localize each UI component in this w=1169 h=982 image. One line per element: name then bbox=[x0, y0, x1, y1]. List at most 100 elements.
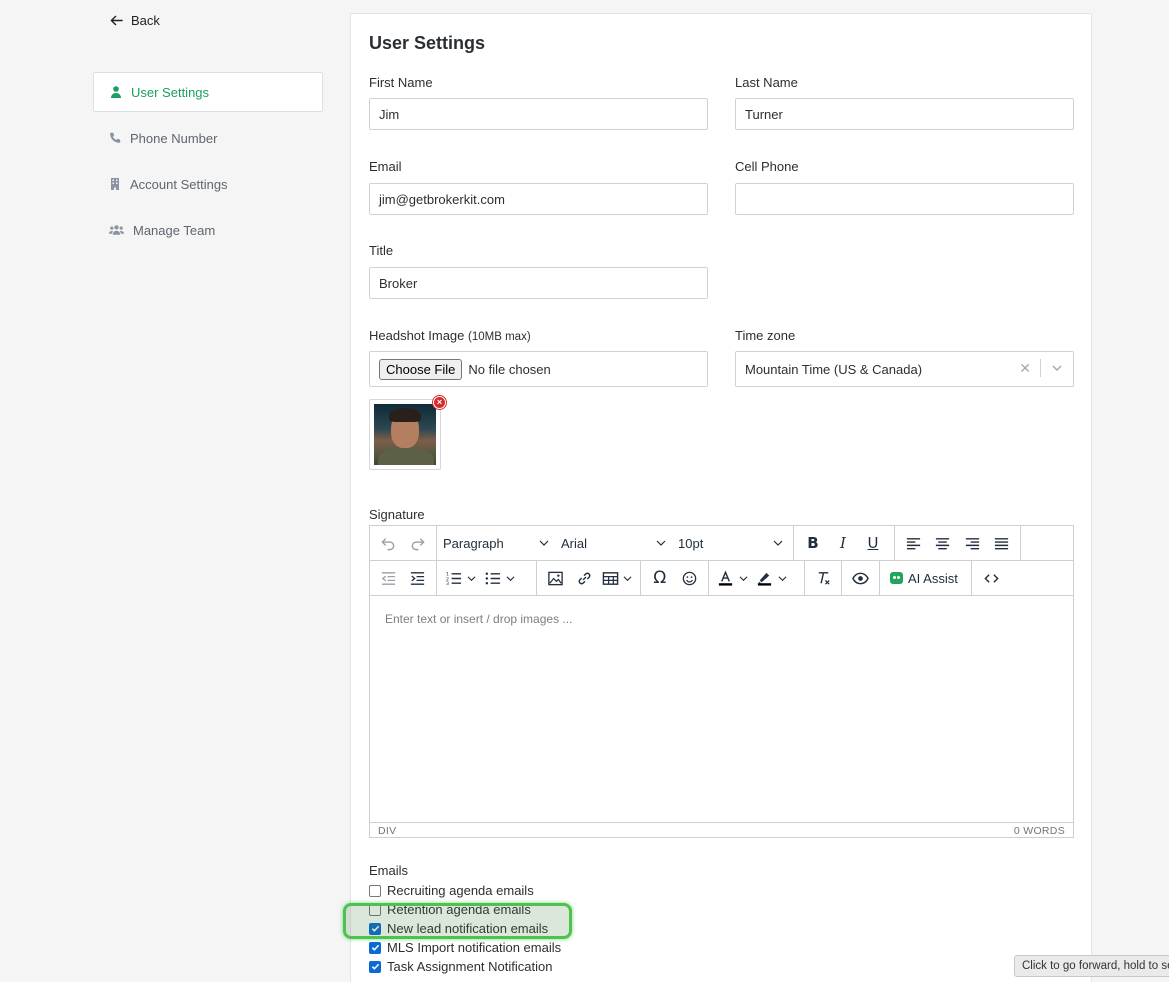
signature-content-area[interactable]: Enter text or insert / drop images ... bbox=[370, 596, 1073, 822]
sidebar-item-user-settings[interactable]: User Settings bbox=[93, 72, 323, 112]
signature-editor: Paragraph Arial 10pt B I U 123 Ω AI Assi… bbox=[369, 525, 1074, 838]
indent-icon[interactable] bbox=[403, 564, 432, 592]
checkbox[interactable] bbox=[369, 903, 381, 916]
indent-group bbox=[370, 561, 437, 595]
characters-group: Ω bbox=[641, 561, 709, 595]
image-icon[interactable] bbox=[541, 564, 570, 592]
element-path[interactable]: DIV bbox=[378, 825, 396, 837]
chevron-down-icon[interactable] bbox=[1051, 362, 1063, 374]
headshot-label: Headshot Image (10MB max) bbox=[369, 328, 531, 343]
bullet-list-button[interactable] bbox=[480, 564, 519, 592]
font-family-value: Arial bbox=[561, 535, 588, 551]
sidebar-item-label: Phone Number bbox=[130, 130, 218, 146]
preview-eye-icon[interactable] bbox=[846, 564, 875, 592]
headshot-file-input: Choose File No file chosen bbox=[369, 351, 708, 387]
align-right-icon[interactable] bbox=[958, 529, 987, 557]
font-family-dropdown[interactable]: Arial bbox=[555, 536, 672, 551]
align-justify-icon[interactable] bbox=[987, 529, 1016, 557]
last-name-input[interactable]: Turner bbox=[735, 98, 1074, 130]
sidebar-item-manage-team[interactable]: Manage Team bbox=[93, 210, 323, 250]
align-center-icon[interactable] bbox=[928, 529, 957, 557]
timezone-select[interactable]: Mountain Time (US & Canada) ✕ bbox=[735, 351, 1074, 387]
checkmark-icon bbox=[371, 925, 379, 932]
ai-assist-label: AI Assist bbox=[908, 570, 958, 586]
editor-statusbar: DIV 0 WORDS bbox=[370, 822, 1073, 838]
arrow-left-icon bbox=[110, 15, 123, 26]
word-count[interactable]: 0 WORDS bbox=[1014, 825, 1065, 837]
email-preferences-list: Recruiting agenda emails Retention agend… bbox=[369, 881, 561, 976]
link-icon[interactable] bbox=[570, 564, 599, 592]
font-size-dropdown[interactable]: 10pt bbox=[672, 536, 789, 551]
first-name-input[interactable]: Jim bbox=[369, 98, 708, 130]
email-label: Email bbox=[369, 159, 402, 174]
checkbox-label: MLS Import notification emails bbox=[387, 940, 562, 955]
numbered-list-button[interactable]: 123 bbox=[441, 564, 480, 592]
table-icon bbox=[599, 564, 621, 592]
checkbox-label: Recruiting agenda emails bbox=[387, 883, 534, 898]
list-group: 123 bbox=[437, 561, 537, 595]
source-code-icon[interactable] bbox=[976, 564, 1006, 592]
cell-phone-input[interactable] bbox=[735, 183, 1074, 215]
headshot-label-text: Headshot Image bbox=[369, 328, 465, 343]
checkbox-new-lead-notification[interactable]: New lead notification emails bbox=[369, 919, 561, 938]
timezone-value: Mountain Time (US & Canada) bbox=[745, 361, 923, 377]
ai-group: AI Assist bbox=[880, 561, 972, 595]
sidebar-item-label: Account Settings bbox=[130, 176, 228, 192]
checkbox[interactable] bbox=[369, 941, 381, 954]
back-link[interactable]: Back bbox=[110, 13, 160, 28]
preview-group bbox=[842, 561, 880, 595]
text-color-button[interactable] bbox=[713, 564, 752, 592]
svg-text:3: 3 bbox=[445, 581, 448, 587]
bold-icon[interactable]: B bbox=[798, 529, 828, 557]
building-icon bbox=[111, 178, 119, 190]
choose-file-button[interactable]: Choose File bbox=[379, 358, 463, 380]
text-color-icon bbox=[713, 564, 737, 592]
undo-icon[interactable] bbox=[374, 529, 403, 557]
checkbox[interactable] bbox=[369, 960, 381, 973]
sidebar-item-label: User Settings bbox=[131, 84, 210, 100]
editor-placeholder: Enter text or insert / drop images ... bbox=[385, 612, 573, 626]
redo-icon[interactable] bbox=[403, 529, 432, 557]
page-title: User Settings bbox=[369, 33, 486, 53]
special-character-icon[interactable]: Ω bbox=[645, 564, 675, 592]
history-group bbox=[370, 526, 437, 560]
chevron-down-icon bbox=[623, 575, 632, 581]
users-icon bbox=[109, 225, 124, 235]
browser-tooltip: Click to go forward, hold to see history bbox=[1014, 955, 1169, 977]
cell-phone-label: Cell Phone bbox=[735, 159, 799, 174]
block-format-dropdown[interactable]: Paragraph bbox=[437, 536, 555, 551]
table-button[interactable] bbox=[599, 564, 636, 592]
clear-icon[interactable]: ✕ bbox=[1019, 360, 1031, 377]
sidebar-item-phone-number[interactable]: Phone Number bbox=[93, 118, 323, 158]
highlight-color-button[interactable] bbox=[752, 564, 791, 592]
user-settings-card: User Settings First Name Jim Last Name T… bbox=[350, 13, 1092, 982]
checkbox-label: Retention agenda emails bbox=[387, 902, 531, 917]
checkbox[interactable] bbox=[369, 922, 381, 935]
editor-toolbar-row-1: Paragraph Arial 10pt B I U bbox=[370, 526, 1073, 561]
clear-formatting-icon[interactable] bbox=[809, 564, 837, 592]
block-format-value: Paragraph bbox=[443, 535, 504, 551]
chevron-down-icon bbox=[656, 540, 666, 546]
underline-icon[interactable]: U bbox=[858, 529, 888, 557]
align-left-icon[interactable] bbox=[899, 529, 928, 557]
checkmark-icon bbox=[371, 944, 379, 951]
back-label: Back bbox=[131, 13, 160, 28]
clear-format-group bbox=[805, 561, 842, 595]
checkbox-retention-agenda[interactable]: Retention agenda emails bbox=[369, 900, 561, 919]
title-input[interactable]: Broker bbox=[369, 267, 708, 299]
checkbox-recruiting-agenda[interactable]: Recruiting agenda emails bbox=[369, 881, 561, 900]
emoji-icon[interactable] bbox=[675, 564, 705, 592]
checkbox[interactable] bbox=[369, 884, 381, 897]
sidebar-item-label: Manage Team bbox=[133, 222, 216, 238]
italic-icon[interactable]: I bbox=[828, 529, 858, 557]
sidebar-item-account-settings[interactable]: Account Settings bbox=[93, 164, 323, 204]
checkmark-icon bbox=[371, 963, 379, 970]
headshot-thumbnail bbox=[369, 399, 441, 470]
checkbox-task-assignment-notification[interactable]: Task Assignment Notification bbox=[369, 957, 561, 976]
checkbox-mls-import-notification[interactable]: MLS Import notification emails bbox=[369, 938, 561, 957]
email-input[interactable]: jim@getbrokerkit.com bbox=[369, 183, 708, 215]
remove-image-icon[interactable]: × bbox=[433, 396, 446, 409]
ai-assist-button[interactable]: AI Assist bbox=[884, 571, 964, 586]
outdent-icon[interactable] bbox=[374, 564, 403, 592]
chevron-down-icon bbox=[506, 575, 515, 581]
